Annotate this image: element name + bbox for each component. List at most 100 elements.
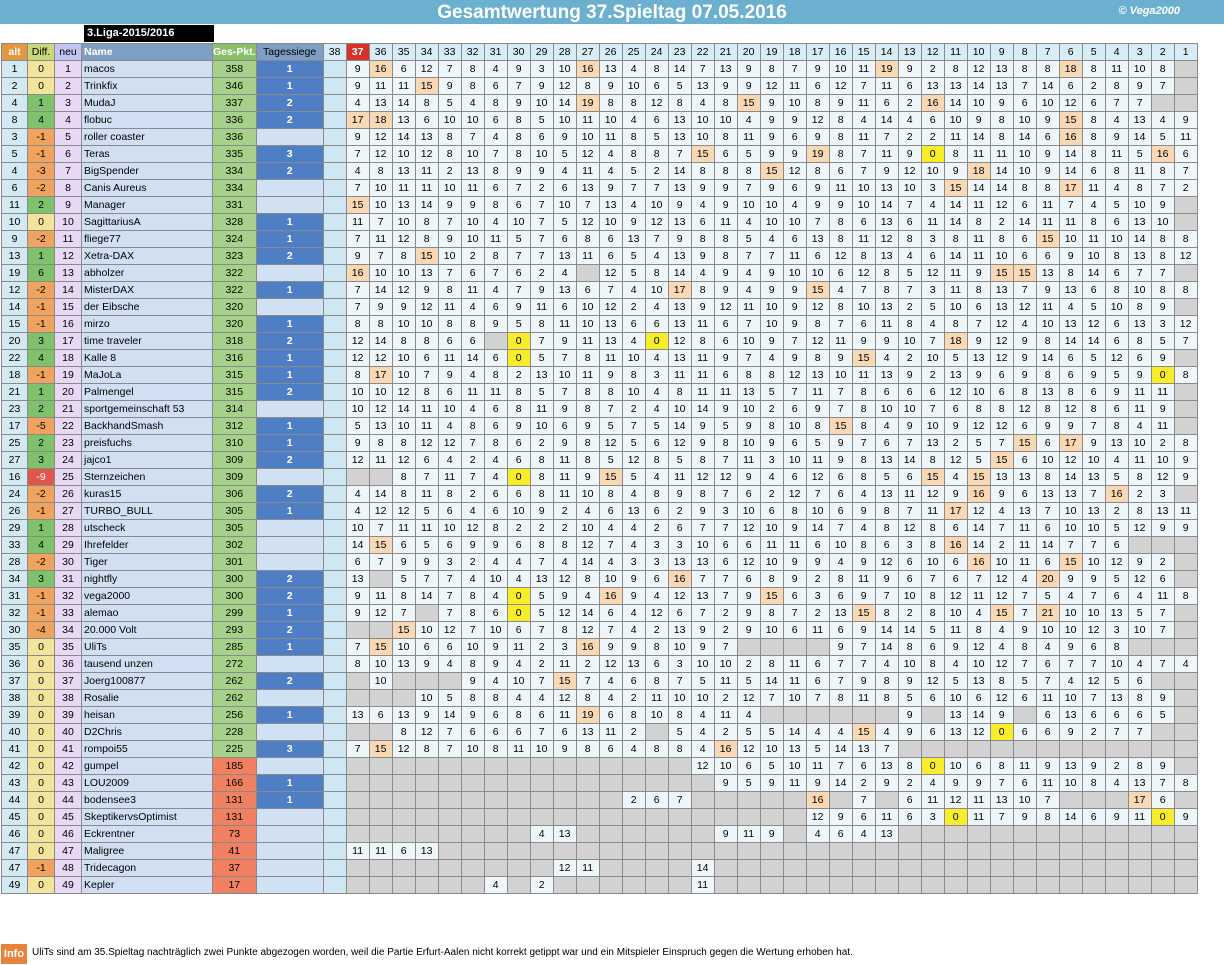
score-cell: 12 — [989, 587, 1014, 605]
score-cell: 11 — [437, 349, 462, 367]
score-cell: 5 — [920, 298, 945, 316]
rank-neu: 38 — [54, 689, 82, 707]
score-cell: 7 — [736, 315, 761, 333]
score-cell: 7 — [736, 349, 761, 367]
rank-neu: 12 — [54, 247, 82, 265]
score-cell: 8 — [644, 638, 669, 656]
score-cell — [690, 791, 715, 809]
score-cell: 7 — [460, 621, 485, 639]
score-cell: 4 — [460, 502, 485, 520]
score-cell: 9 — [851, 672, 876, 690]
score-cell: 4 — [437, 417, 462, 435]
score-cell: 9 — [1104, 808, 1129, 826]
player-name: time traveler — [81, 332, 213, 350]
score-cell: 4 — [506, 655, 531, 673]
score-cell: 5 — [552, 145, 577, 163]
score-cell: 6 — [1104, 332, 1129, 350]
score-cell — [943, 740, 968, 758]
score-cell: 6 — [667, 604, 692, 622]
score-cell: 9 — [805, 400, 830, 418]
score-cell: 7 — [828, 672, 853, 690]
score-cell: 6 — [644, 77, 669, 95]
score-cell — [391, 791, 416, 809]
score-cell — [1173, 842, 1198, 860]
score-cell: 4 — [621, 281, 646, 299]
score-cell: 6 — [1035, 128, 1060, 146]
score-cell: 8 — [460, 417, 485, 435]
score-cell: 7 — [667, 672, 692, 690]
score-cell: 8 — [759, 60, 784, 78]
score-cell: 4 — [851, 825, 876, 843]
table-row: 46 0 46 Eckrentner 73 4 13 9 11 9 4 6 4 13 — [1, 825, 1198, 843]
score-cell — [322, 94, 347, 112]
score-cell: 8 — [1173, 774, 1198, 792]
score-cell: 7 — [598, 281, 623, 299]
score-cell: 8 — [575, 230, 600, 248]
rank-neu: 8 — [54, 179, 82, 197]
score-cell — [322, 468, 347, 486]
score-cell — [322, 689, 347, 707]
score-cell — [1173, 298, 1198, 316]
score-cell: 4 — [690, 723, 715, 741]
score-cell: 4 — [1012, 570, 1037, 588]
score-cell: 5 — [1012, 672, 1037, 690]
score-cell: 8 — [391, 468, 416, 486]
score-cell: 13 — [690, 553, 715, 571]
table-row: 9 -2 11 fliege77 324 1 7 11 12 8 9 10 11 5 7 6 8 6 13 7 9 8 8 5… — [1, 230, 1198, 248]
score-cell: 4 — [1104, 774, 1129, 792]
info-button[interactable]: Info — [1, 944, 27, 964]
rank-neu: 26 — [54, 485, 82, 503]
score-cell: 12 — [690, 757, 715, 775]
score-cell: 7 — [1081, 587, 1106, 605]
score-cell: 13 — [621, 230, 646, 248]
score-cell: 6 — [782, 468, 807, 486]
score-cell: 9 — [621, 213, 646, 231]
score-cell — [1127, 842, 1152, 860]
score-cell: 15 — [920, 468, 945, 486]
score-cell: 5 — [529, 383, 554, 401]
score-cell: 6 — [483, 400, 508, 418]
score-cell: 7 — [529, 230, 554, 248]
score-cell: 6 — [782, 621, 807, 639]
total-points: 256 — [212, 706, 257, 724]
score-cell: 7 — [529, 723, 554, 741]
score-cell: 13 — [874, 298, 899, 316]
score-cell: 12 — [966, 638, 991, 656]
score-cell: 7 — [828, 315, 853, 333]
score-cell: 13 — [552, 281, 577, 299]
score-cell: 11 — [575, 247, 600, 265]
score-cell: 6 — [1150, 791, 1175, 809]
score-cell: 11 — [1104, 60, 1129, 78]
score-cell: 4 — [1104, 111, 1129, 129]
score-cell — [322, 400, 347, 418]
table-row: 29 1 28 utscheck 305 10 7 11 11 10 12 8 2 2 2 10 4 4 2 6 7 7 1… — [1, 519, 1198, 537]
score-cell: 14 — [690, 859, 715, 877]
score-cell: 8 — [989, 672, 1014, 690]
score-cell: 6 — [943, 553, 968, 571]
col-header-day-2: 2 — [1150, 43, 1175, 61]
score-cell: 2 — [713, 604, 738, 622]
score-cell: 8 — [460, 604, 485, 622]
score-cell: 10 — [621, 349, 646, 367]
table-row: 15 -1 16 mirzo 320 1 8 8 10 10 8 8 9 5 8 11 10 13 6 6 13 11 6 7… — [1, 315, 1198, 333]
score-cell — [437, 774, 462, 792]
score-cell — [506, 859, 531, 877]
score-cell: 9 — [782, 553, 807, 571]
score-cell: 14 — [943, 94, 968, 112]
score-cell: 6 — [483, 111, 508, 129]
score-cell — [322, 230, 347, 248]
score-cell: 15 — [414, 77, 439, 95]
score-cell: 9 — [851, 332, 876, 350]
score-cell: 13 — [966, 349, 991, 367]
score-cell: 8 — [460, 315, 485, 333]
player-name: kuras15 — [81, 485, 213, 503]
score-cell — [575, 757, 600, 775]
score-cell: 7 — [437, 740, 462, 758]
score-cell: 15 — [1058, 111, 1083, 129]
score-cell: 14 — [966, 536, 991, 554]
score-cell: 11 — [782, 672, 807, 690]
score-cell: 7 — [920, 400, 945, 418]
score-cell — [345, 774, 370, 792]
table-row: 23 2 21 sportgemeinschaft 53 314 10 12 14 11 10 4 6… — [1, 400, 1198, 418]
col-header-day-36: 36 — [368, 43, 393, 61]
